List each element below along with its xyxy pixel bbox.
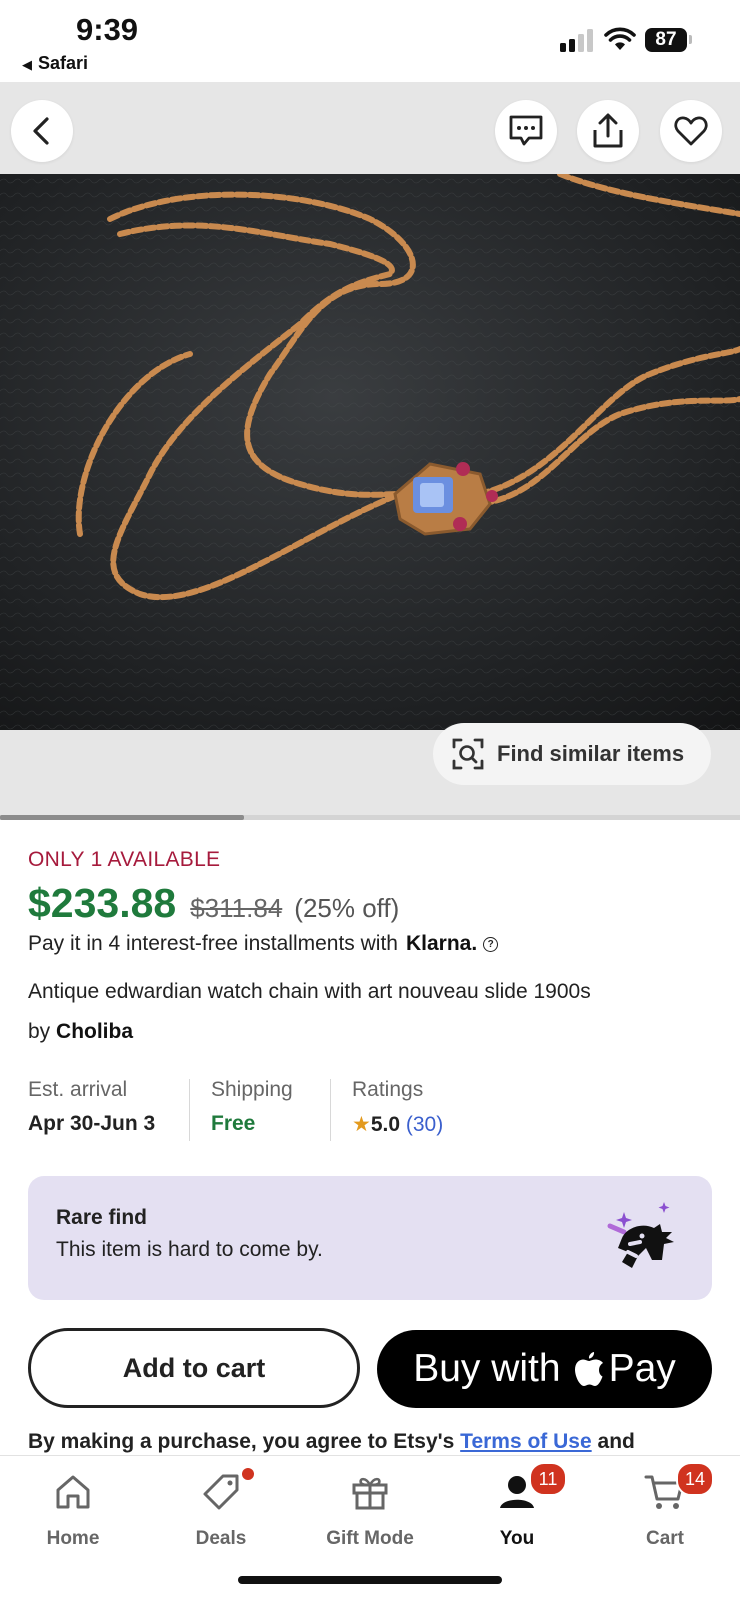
- discount-label: (25% off): [294, 893, 400, 923]
- shipping-info: Shipping Free: [211, 1078, 293, 1136]
- home-indicator: [238, 1576, 502, 1584]
- tab-cart[interactable]: 14 Cart: [600, 1462, 730, 1550]
- tab-gift-mode-label: Gift Mode: [326, 1528, 414, 1549]
- apple-logo-icon: [574, 1352, 603, 1386]
- rating-count-link[interactable]: (30): [406, 1113, 443, 1136]
- heart-icon: [674, 116, 708, 146]
- installments-info[interactable]: Pay it in 4 interest-free installments w…: [28, 932, 499, 956]
- gift-icon: [352, 1477, 388, 1510]
- image-gallery[interactable]: Find similar items: [0, 82, 740, 820]
- arrival-info: Est. arrival Apr 30-Jun 3: [28, 1078, 155, 1136]
- installments-text: Pay it in 4 interest-free installments w…: [28, 932, 398, 955]
- current-price: $233.88: [28, 880, 177, 926]
- tab-home[interactable]: Home: [8, 1470, 138, 1550]
- terms-suffix: and: [597, 1430, 635, 1453]
- cart-count-badge: 14: [676, 1462, 714, 1496]
- home-icon: [56, 1475, 90, 1509]
- add-to-cart-button[interactable]: Add to cart: [28, 1328, 360, 1408]
- help-icon[interactable]: ?: [483, 936, 499, 952]
- back-triangle-icon: ◀: [22, 57, 32, 72]
- share-icon: [593, 113, 623, 148]
- arrival-label: Est. arrival: [28, 1078, 128, 1101]
- favorite-button[interactable]: [660, 100, 722, 162]
- status-time: 9:39: [76, 12, 139, 47]
- back-to-app-link[interactable]: ◀ Safari: [22, 53, 88, 74]
- you-notification-badge: 11: [529, 1462, 567, 1496]
- tag-icon: [203, 1474, 239, 1510]
- pay-label: Pay: [608, 1347, 676, 1390]
- tab-gift-mode[interactable]: Gift Mode: [305, 1470, 435, 1550]
- availability-label: ONLY 1 AVAILABLE: [28, 848, 221, 871]
- tab-cart-label: Cart: [645, 1528, 684, 1549]
- meta-divider: [330, 1079, 331, 1141]
- ratings-value: ★5.0 (30): [352, 1112, 443, 1137]
- buy-with-label: Buy with: [413, 1347, 561, 1390]
- shipping-label: Shipping: [211, 1078, 293, 1101]
- unicorn-icon: [607, 1202, 674, 1268]
- share-button[interactable]: [577, 100, 639, 162]
- terms-notice: By making a purchase, you agree to Etsy'…: [28, 1430, 635, 1454]
- arrival-value: Apr 30-Jun 3: [28, 1112, 156, 1135]
- carousel-progress-fill: [0, 815, 245, 820]
- battery-tip: [689, 35, 692, 44]
- original-price: $311.84: [190, 893, 283, 923]
- star-icon: ★: [352, 1113, 371, 1136]
- by-label: by: [28, 1020, 51, 1043]
- shop-byline: by Choliba: [28, 1020, 133, 1044]
- product-photo[interactable]: [0, 174, 740, 730]
- wifi-icon: [604, 27, 636, 50]
- battery-indicator: 87: [645, 28, 687, 52]
- chevron-left-icon: [33, 117, 49, 145]
- tab-deals[interactable]: Deals: [156, 1468, 286, 1550]
- tab-you[interactable]: 11 You: [452, 1462, 582, 1550]
- cellular-signal-icon: [560, 28, 596, 52]
- meta-divider: [189, 1079, 190, 1141]
- chat-bubble-icon: [509, 115, 543, 146]
- back-button[interactable]: [11, 100, 73, 162]
- shop-name-link[interactable]: Choliba: [56, 1020, 133, 1043]
- rating-score: 5.0: [370, 1113, 401, 1136]
- klarna-logo: Klarna.: [405, 932, 478, 955]
- tab-you-label: You: [499, 1528, 535, 1549]
- message-seller-button[interactable]: [495, 100, 557, 162]
- rare-find-title: Rare find: [56, 1206, 148, 1229]
- rare-find-text: This item is hard to come by.: [56, 1238, 323, 1261]
- carousel-progress-track: [0, 815, 740, 820]
- ratings-info[interactable]: Ratings ★5.0 (30): [352, 1078, 443, 1137]
- find-similar-label: Find similar items: [497, 741, 685, 766]
- price-row: $233.88 $311.84 (25% off): [28, 880, 399, 927]
- rare-find-banner: Rare find This item is hard to come by.: [28, 1176, 712, 1300]
- deals-notification-dot: [242, 1468, 254, 1480]
- back-app-label: Safari: [38, 53, 89, 73]
- tab-deals-label: Deals: [195, 1528, 247, 1549]
- visual-search-icon: [452, 738, 484, 770]
- find-similar-button[interactable]: Find similar items: [433, 723, 711, 785]
- terms-prefix: By making a purchase, you agree to Etsy'…: [28, 1430, 455, 1453]
- product-title: Antique edwardian watch chain with art n…: [28, 980, 591, 1003]
- ratings-label: Ratings: [352, 1078, 424, 1101]
- status-bar: 9:39 ◀ Safari 87: [0, 0, 740, 82]
- shipping-value: Free: [211, 1112, 256, 1135]
- tab-home-label: Home: [46, 1528, 100, 1549]
- terms-of-use-link[interactable]: Terms of Use: [460, 1430, 592, 1453]
- apple-pay-button[interactable]: Buy with Pay: [377, 1330, 712, 1408]
